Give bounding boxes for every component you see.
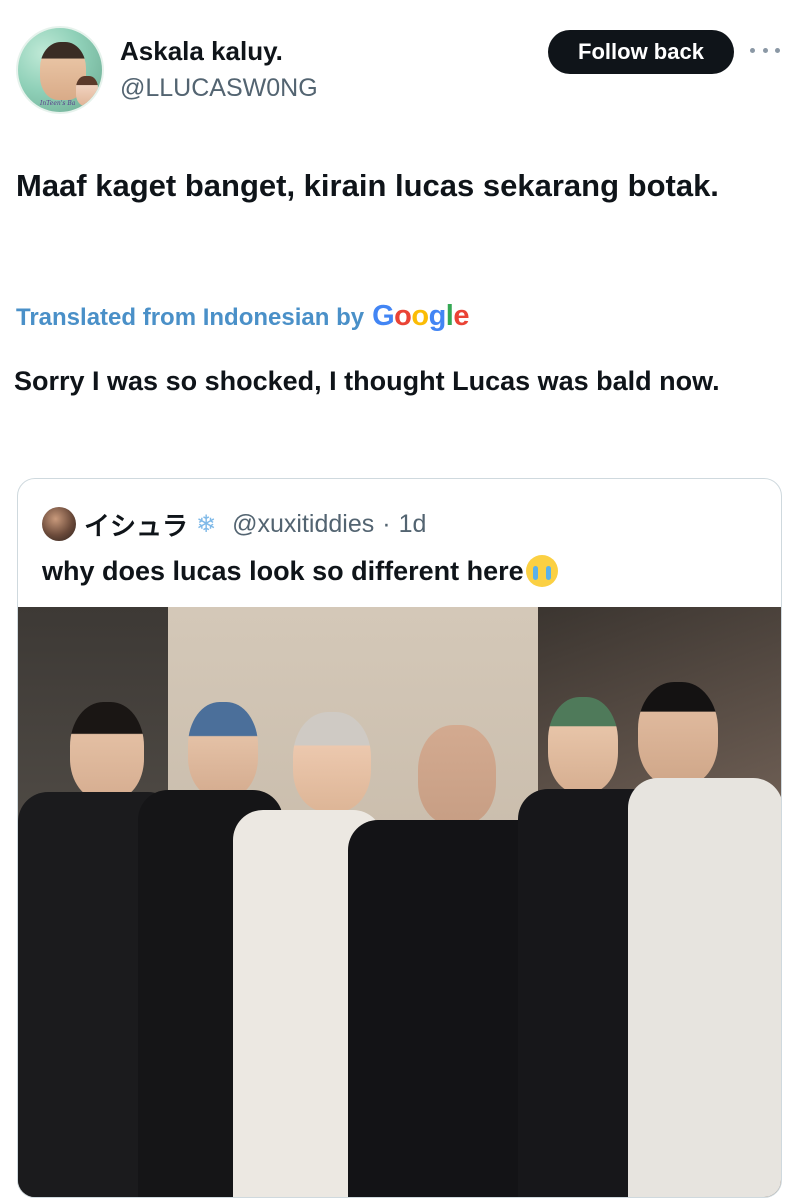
user-avatar[interactable]: InTeen's Ba <box>16 26 104 114</box>
tweet-header: InTeen's Ba Askala kaluy. @LLUCASW0NG Fo… <box>0 0 799 130</box>
translated-text: Sorry I was so shocked, I thought Lucas … <box>14 366 720 396</box>
more-options-icon[interactable] <box>750 40 780 60</box>
display-name[interactable]: Askala kaluy. <box>120 36 283 67</box>
more-dot <box>750 47 755 53</box>
loudly-crying-face-icon <box>525 555 558 587</box>
quoted-tweet-header: イシュラ ❄ @xuxitiddies · 1d <box>42 507 426 541</box>
tweet-text: Maaf kaget banget, kirain lucas sekarang… <box>16 168 719 203</box>
quoted-tweet-photo[interactable] <box>18 607 781 1197</box>
more-dot <box>762 47 768 53</box>
quoted-timestamp[interactable]: 1d <box>399 510 427 539</box>
google-logo-icon: Google <box>372 300 469 332</box>
quoted-display-name[interactable]: イシュラ <box>84 506 188 543</box>
user-handle[interactable]: @LLUCASW0NG <box>120 74 318 103</box>
person-6 <box>628 682 781 1197</box>
more-dot <box>775 47 780 53</box>
quoted-user-avatar[interactable] <box>42 507 76 541</box>
quoted-text-content: why does lucas look so different here <box>42 555 524 586</box>
translation-attribution[interactable]: Translated from Indonesian by Google <box>16 300 469 333</box>
quoted-tweet-card[interactable]: イシュラ ❄ @xuxitiddies · 1d why does lucas … <box>17 478 782 1198</box>
avatar-caption: InTeen's Ba <box>40 100 76 107</box>
follow-back-button[interactable]: Follow back <box>548 30 734 74</box>
quoted-tweet-text: why does lucas look so different here <box>42 555 558 587</box>
quoted-user-handle[interactable]: @xuxitiddies <box>232 510 374 539</box>
translate-label: Translated from Indonesian by <box>16 304 365 331</box>
snowflake-icon: ❄ <box>196 510 217 538</box>
separator-dot: · <box>382 509 391 538</box>
